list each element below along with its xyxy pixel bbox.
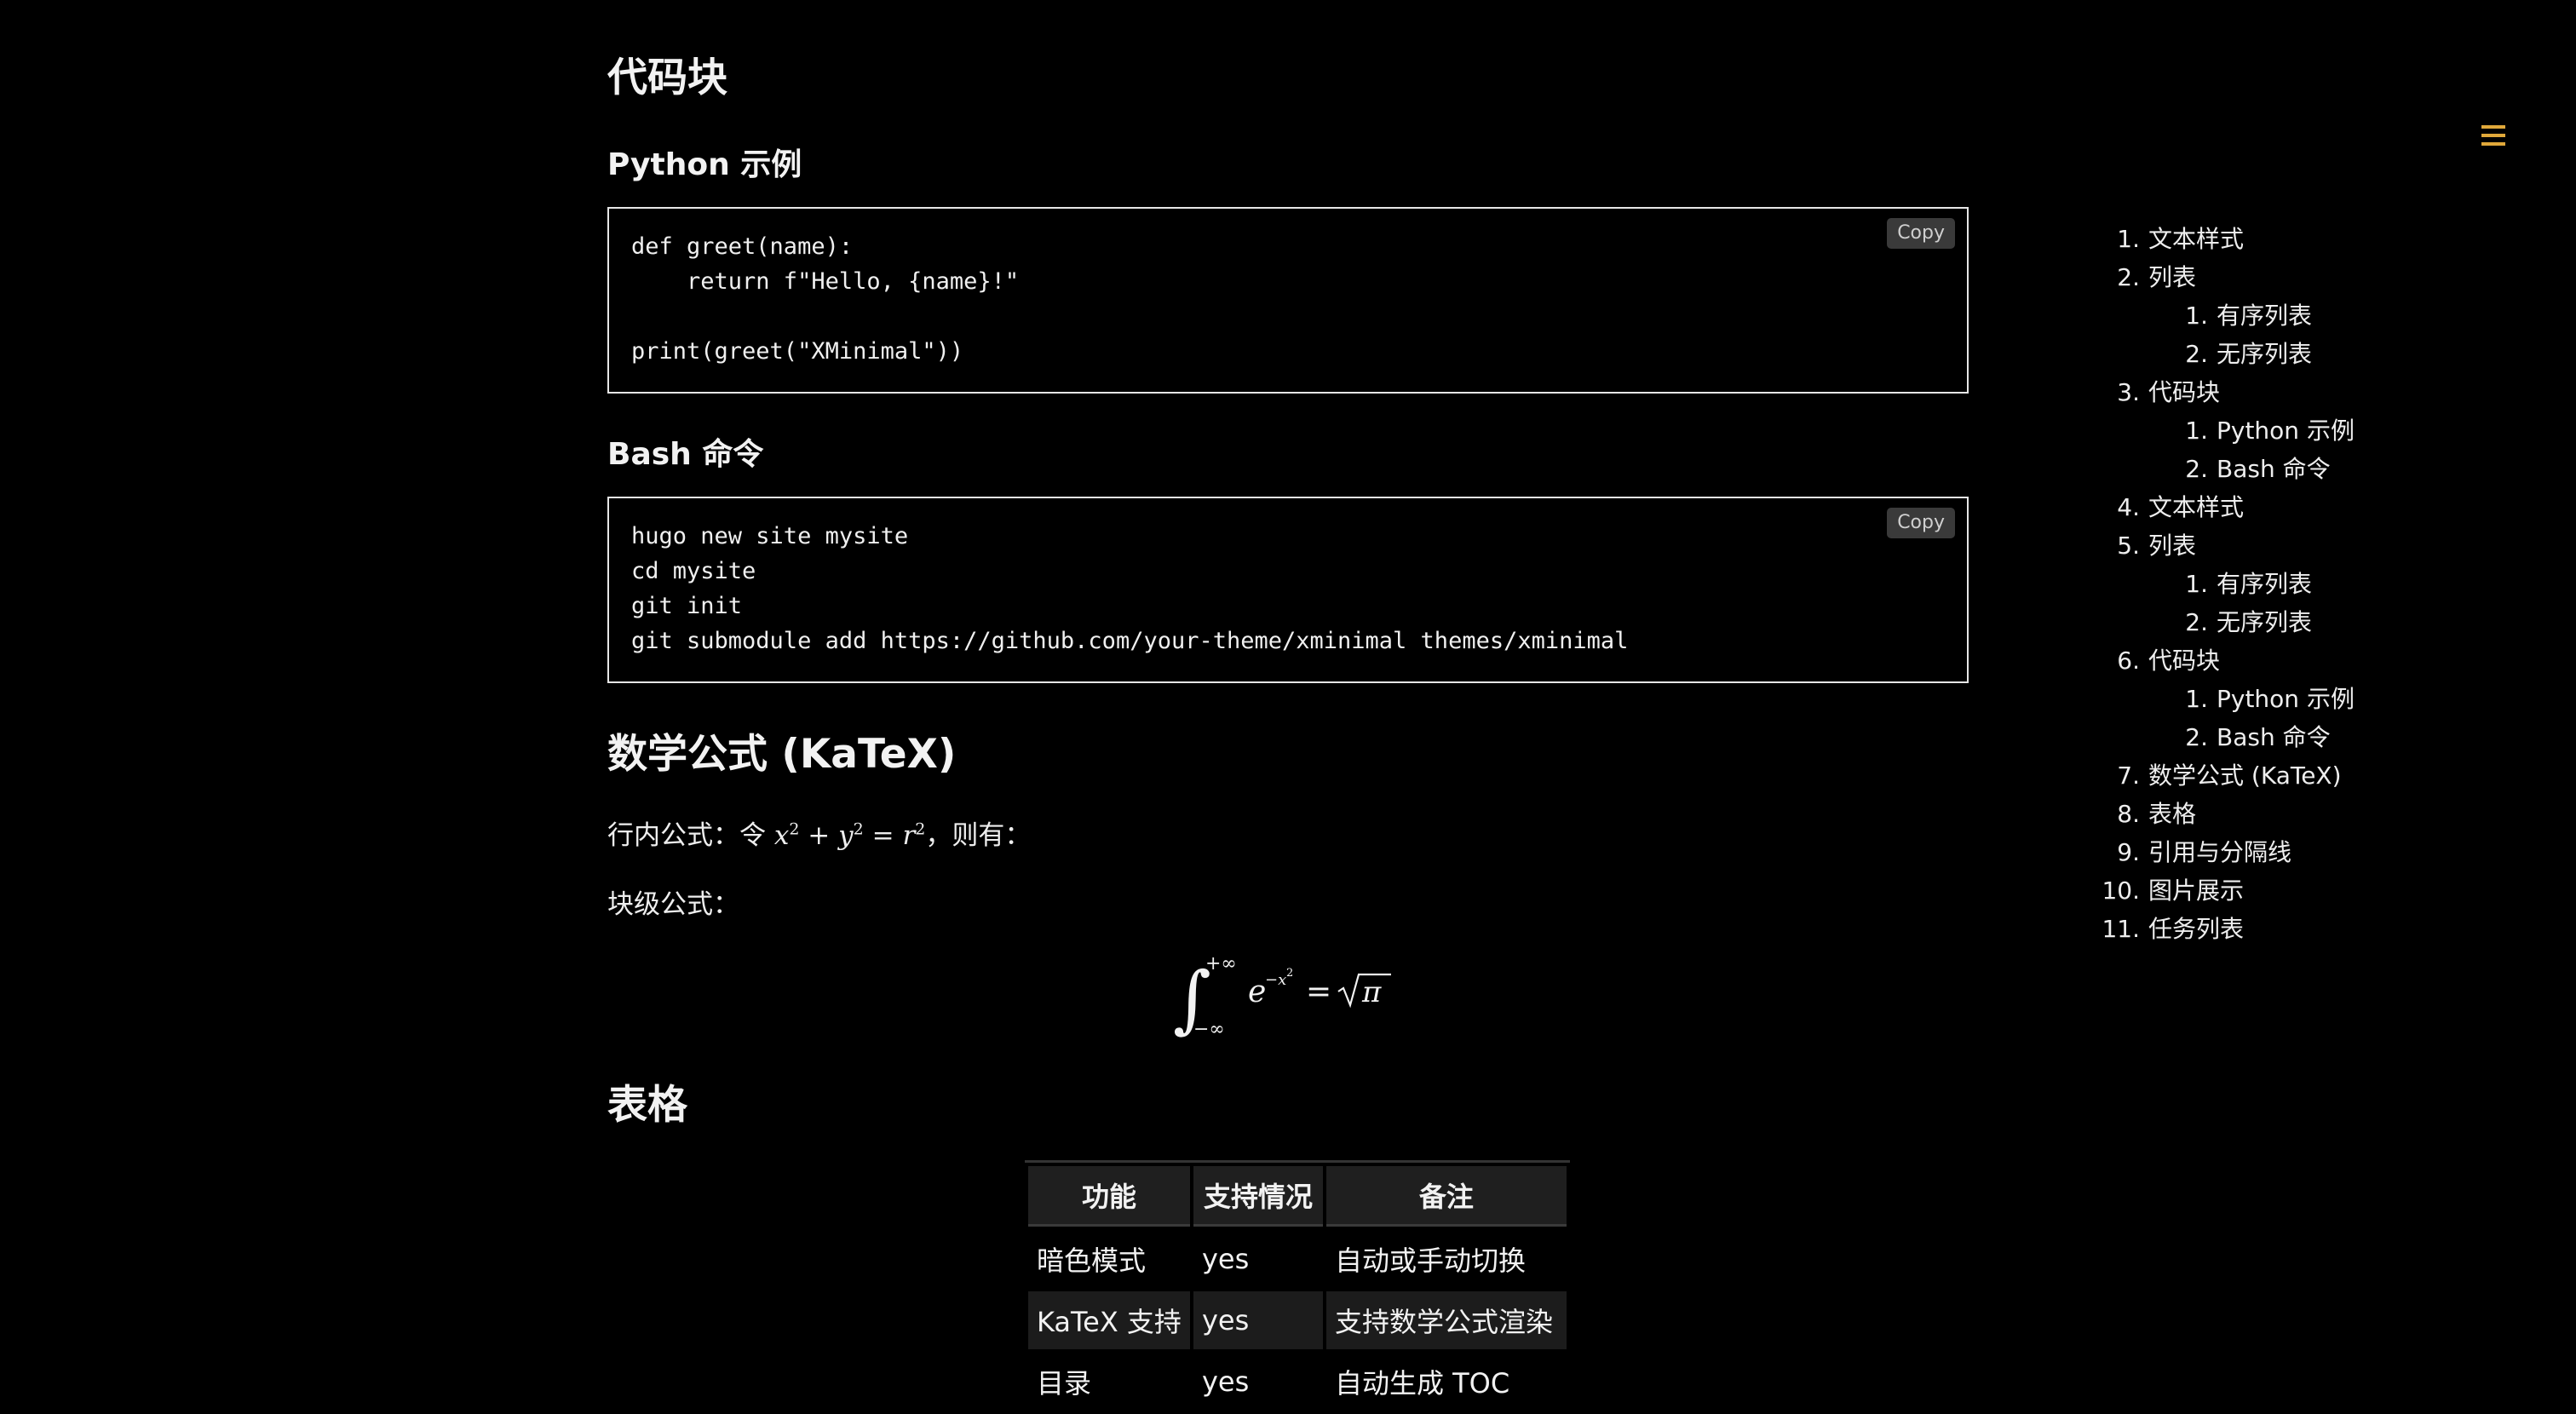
- copy-button[interactable]: Copy: [1887, 218, 1955, 249]
- block-math-label: 块级公式：: [607, 889, 739, 920]
- toc-item-label[interactable]: 有序列表: [2217, 570, 2312, 598]
- heading-bash-command: Bash 命令: [607, 437, 764, 472]
- bash-code[interactable]: hugo new site mysite cd mysite git init …: [631, 519, 1628, 658]
- svg-text:=: =: [1306, 974, 1331, 1009]
- toc-item[interactable]: 1. 有序列表: [2164, 565, 2312, 603]
- toc-item[interactable]: 2. Bash 命令: [2164, 718, 2331, 756]
- toc-item-label[interactable]: 任务列表: [2148, 915, 2244, 943]
- toc-item[interactable]: 3. 代码块: [2096, 373, 2220, 411]
- toc-item[interactable]: 1. 文本样式: [2096, 220, 2244, 258]
- table-row: KaTeX 支持 yes 支持数学公式渲染: [1028, 1291, 1567, 1349]
- toc-item-label[interactable]: 引用与分隔线: [2148, 838, 2291, 866]
- toc-item-label[interactable]: 代码块: [2148, 647, 2220, 675]
- menu-icon[interactable]: [2481, 124, 2505, 149]
- svg-text:+∞: +∞: [1205, 953, 1237, 974]
- toc-item[interactable]: 8. 表格: [2096, 795, 2196, 833]
- toc-item-label[interactable]: 文本样式: [2148, 493, 2244, 521]
- copy-button[interactable]: Copy: [1887, 508, 1955, 538]
- inline-math-suffix: ，则有：: [925, 820, 1032, 851]
- table-header-cell: 功能: [1028, 1166, 1190, 1227]
- table-row: 暗色模式 yes 自动或手动切换: [1028, 1230, 1567, 1288]
- table-cell: 暗色模式: [1037, 1244, 1147, 1277]
- heading-code-blocks: 代码块: [607, 55, 727, 101]
- toc-item-label[interactable]: 数学公式 (KaTeX): [2148, 762, 2342, 790]
- toc-item[interactable]: 4. 文本样式: [2096, 488, 2244, 526]
- svg-text:e: e: [1248, 974, 1266, 1009]
- toc-item[interactable]: 2. 无序列表: [2164, 603, 2312, 641]
- table-header-cell: 备注: [1325, 1166, 1567, 1227]
- table-cell: yes: [1193, 1291, 1323, 1349]
- toc-item[interactable]: 9. 引用与分隔线: [2096, 833, 2291, 871]
- toc-item-label[interactable]: 无序列表: [2217, 608, 2312, 636]
- toc-item-label[interactable]: Python 示例: [2217, 417, 2355, 445]
- toc-item-label[interactable]: 列表: [2148, 532, 2196, 560]
- gaussian-integral-formula: ∫ +∞ −∞ e −x 2 = π: [1173, 953, 1391, 1042]
- toc-item[interactable]: 1. Python 示例: [2164, 680, 2355, 718]
- table-header-cell: 支持情况: [1193, 1166, 1323, 1227]
- bash-code-block[interactable]: hugo new site mysite cd mysite git init …: [607, 497, 1969, 683]
- table-cell: 自动或手动切换: [1334, 1244, 1526, 1277]
- toc-item-label[interactable]: Bash 命令: [2217, 455, 2331, 483]
- python-code-block[interactable]: def greet(name): return f"Hello, {name}!…: [607, 207, 1969, 394]
- toc-item-label[interactable]: 文本样式: [2148, 225, 2244, 253]
- toc-item[interactable]: 1. Python 示例: [2164, 411, 2355, 450]
- svg-text:−∞: −∞: [1193, 1019, 1225, 1040]
- inline-math-paragraph: 行内公式：令 x2 + y2 = r2，则有：: [607, 813, 1031, 852]
- svg-text:−x: −x: [1265, 971, 1286, 989]
- toc-item[interactable]: 5. 列表: [2096, 526, 2196, 565]
- toc-item-label[interactable]: 列表: [2148, 263, 2196, 291]
- table-cell: yes: [1201, 1243, 1250, 1275]
- toc-item[interactable]: 10. 图片展示: [2096, 871, 2244, 910]
- feature-table: 功能 支持情况 备注 暗色模式 yes 自动或手动切换 KaTeX 支持 yes…: [1025, 1160, 1570, 1414]
- toc-item[interactable]: 6. 代码块: [2096, 641, 2220, 680]
- toc-item[interactable]: 2. Bash 命令: [2164, 450, 2331, 488]
- table-header-row: 功能 支持情况 备注: [1028, 1166, 1567, 1227]
- inline-math-prefix: 行内公式：令: [607, 820, 766, 851]
- inline-formula: x2 + y2 = r2: [773, 819, 926, 851]
- python-code[interactable]: def greet(name): return f"Hello, {name}!…: [631, 229, 1019, 369]
- toc-item[interactable]: 11. 任务列表: [2096, 910, 2244, 948]
- toc-item-label[interactable]: 表格: [2148, 800, 2196, 828]
- toc-item-label[interactable]: 图片展示: [2148, 877, 2244, 905]
- toc-item[interactable]: 1. 有序列表: [2164, 296, 2312, 335]
- toc-item[interactable]: 2. 列表: [2096, 258, 2196, 296]
- svg-text:π: π: [1361, 975, 1382, 1009]
- toc-item[interactable]: 2. 无序列表: [2164, 335, 2312, 373]
- heading-math: 数学公式 (KaTeX): [607, 731, 957, 778]
- heading-python-example: Python 示例: [607, 147, 802, 182]
- svg-text:2: 2: [1286, 967, 1293, 980]
- toc-item-label[interactable]: Bash 命令: [2217, 723, 2331, 751]
- toc-item-label[interactable]: 无序列表: [2217, 340, 2312, 368]
- toc-item[interactable]: 7. 数学公式 (KaTeX): [2096, 756, 2342, 795]
- table-cell: KaTeX 支持: [1028, 1291, 1190, 1349]
- toc-item-label[interactable]: 有序列表: [2217, 302, 2312, 330]
- table-cell: 支持数学公式渲染: [1325, 1291, 1567, 1349]
- heading-table: 表格: [607, 1082, 687, 1129]
- toc-item-label[interactable]: 代码块: [2148, 378, 2220, 406]
- toc-item-label[interactable]: Python 示例: [2217, 685, 2355, 713]
